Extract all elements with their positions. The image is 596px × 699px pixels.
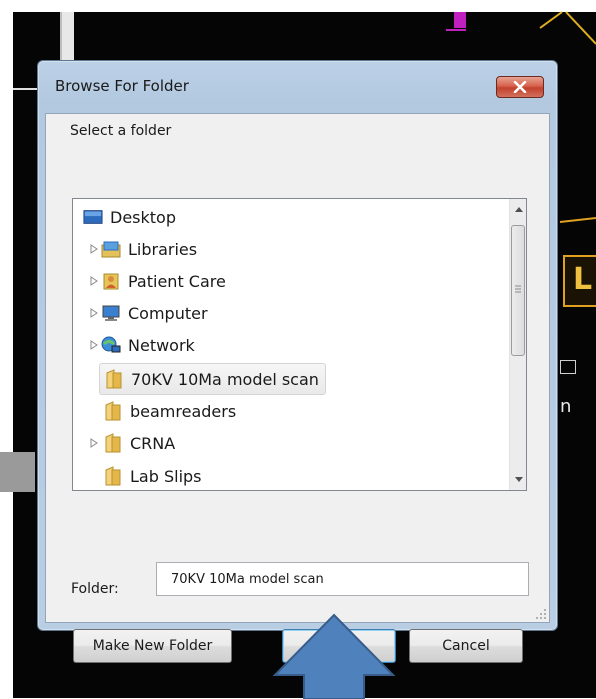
tree-item-network[interactable]: Network xyxy=(87,330,195,360)
folder-icon xyxy=(103,466,123,486)
folder-icon xyxy=(104,369,124,389)
scroll-down-button[interactable] xyxy=(510,471,526,488)
tree-item-patient-care[interactable]: Patient Care xyxy=(87,266,226,296)
desktop-icon xyxy=(83,207,103,227)
grip-icon xyxy=(515,285,521,293)
tree-item-libraries[interactable]: Libraries xyxy=(87,234,197,264)
background-label-fragment: L xyxy=(563,255,596,307)
computer-icon xyxy=(101,303,121,323)
dialog-title: Browse For Folder xyxy=(55,77,189,95)
libraries-icon xyxy=(101,239,121,259)
tree-item-label: beamreaders xyxy=(130,401,237,421)
tree-item-label: Patient Care xyxy=(128,271,226,291)
title-bar[interactable]: Browse For Folder xyxy=(38,61,557,113)
tree-item-70kv-10ma-model-scan[interactable]: 70KV 10Ma model scan xyxy=(99,363,326,395)
tree-item-label: CRNA xyxy=(130,433,176,453)
tree-scrollbar[interactable] xyxy=(509,199,526,490)
background-line xyxy=(565,11,596,45)
background-line xyxy=(559,217,596,223)
tree-item-label: Libraries xyxy=(128,239,198,259)
annotation-arrow-up-icon xyxy=(272,613,396,699)
expand-arrow-icon[interactable] xyxy=(87,338,101,352)
expand-arrow-icon[interactable] xyxy=(87,306,101,320)
close-icon xyxy=(513,81,527,93)
expand-arrow-icon[interactable] xyxy=(87,274,101,288)
tree-item-beamreaders[interactable]: beamreaders xyxy=(103,396,236,426)
tree-item-label: Network xyxy=(128,335,195,355)
chevron-down-icon xyxy=(514,477,523,482)
background-marker xyxy=(454,12,466,28)
folder-icon xyxy=(103,433,123,453)
tree-item-label: 70KV 10Ma model scan xyxy=(131,369,319,389)
network-icon xyxy=(101,335,121,355)
folder-name-input[interactable] xyxy=(156,562,529,596)
tree-item-desktop[interactable]: Desktop xyxy=(83,202,176,232)
tree-item-label: Computer xyxy=(128,303,208,323)
scroll-thumb[interactable] xyxy=(511,225,525,356)
folder-icon xyxy=(103,401,123,421)
folder-tree[interactable]: Desktop Libraries Patient Care Computer … xyxy=(72,198,527,491)
tree-item-computer[interactable]: Computer xyxy=(87,298,208,328)
make-new-folder-button[interactable]: Make New Folder xyxy=(73,629,232,663)
scroll-up-button[interactable] xyxy=(510,201,526,218)
browse-for-folder-dialog: Browse For Folder Select a folder Deskto… xyxy=(37,60,558,663)
background-window-icon xyxy=(560,360,576,374)
expand-arrow-icon[interactable] xyxy=(87,436,101,450)
user-folder-icon xyxy=(101,271,121,291)
dialog-client-area: Select a folder Desktop Libraries Patien… xyxy=(45,113,550,663)
background-text-fragment: n xyxy=(560,396,572,417)
cancel-button[interactable]: Cancel xyxy=(409,629,523,663)
close-button[interactable] xyxy=(496,76,544,98)
tree-item-lab-slips[interactable]: Lab Slips xyxy=(103,461,202,490)
folder-label: Folder: xyxy=(71,581,119,597)
tree-item-label: Lab Slips xyxy=(130,466,202,486)
background-line xyxy=(539,11,563,29)
expand-arrow-icon[interactable] xyxy=(87,242,101,256)
tree-item-crna[interactable]: CRNA xyxy=(87,428,175,458)
tree-item-label: Desktop xyxy=(110,207,176,227)
resize-grip-icon[interactable] xyxy=(535,608,547,620)
dialog-prompt: Select a folder xyxy=(70,123,172,139)
chevron-up-icon xyxy=(514,207,523,212)
